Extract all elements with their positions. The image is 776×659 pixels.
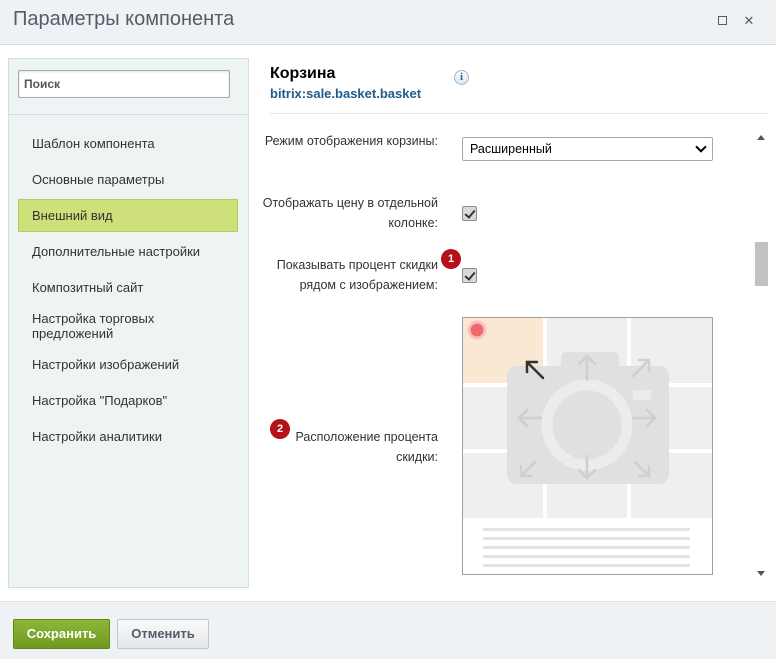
- picker-text-lines: [463, 518, 712, 574]
- sidebar-item-template[interactable]: Шаблон компонента: [18, 136, 238, 151]
- settings-sidebar: Шаблон компонента Основные параметры Вне…: [8, 58, 249, 588]
- info-icon[interactable]: i: [454, 70, 469, 85]
- discount-position-picker[interactable]: [462, 317, 713, 575]
- sidebar-item-analytics[interactable]: Настройки аналитики: [18, 429, 238, 444]
- display-mode-select[interactable]: Расширенный: [462, 137, 713, 161]
- component-title: Корзина: [270, 65, 336, 82]
- step-badge-1: 1: [441, 249, 461, 269]
- discount-percent-checkbox[interactable]: [462, 268, 477, 283]
- cancel-button[interactable]: Отменить: [117, 619, 209, 649]
- component-header: Корзина bitrix:sale.basket.basket: [270, 65, 421, 101]
- discount-percent-label: Показывать процент скидки рядом с изобра…: [276, 258, 438, 292]
- dialog-titlebar: Параметры компонента ✕: [0, 0, 776, 45]
- placeholder-line: [483, 555, 690, 558]
- sidebar-item-composite[interactable]: Композитный сайт: [18, 280, 238, 295]
- dialog-footer: Сохранить Отменить: [0, 601, 776, 659]
- placeholder-line: [483, 546, 690, 549]
- header-divider: [270, 113, 768, 114]
- placeholder-line: [483, 537, 690, 540]
- camera-arrows-graphic: [467, 320, 669, 484]
- scroll-down-icon[interactable]: [757, 571, 765, 576]
- form-scrollbar[interactable]: [755, 131, 768, 583]
- placeholder-line: [483, 528, 690, 531]
- dialog-title: Параметры компонента: [13, 8, 235, 30]
- maximize-icon: [717, 16, 727, 25]
- search-area: [9, 59, 248, 115]
- scroll-up-icon[interactable]: [757, 135, 765, 140]
- display-mode-label: Режим отображения корзины:: [264, 134, 438, 148]
- dialog-content: Шаблон компонента Основные параметры Вне…: [0, 45, 776, 601]
- sidebar-item-additional[interactable]: Дополнительные настройки: [18, 244, 238, 259]
- price-column-checkbox[interactable]: [462, 206, 477, 221]
- save-button[interactable]: Сохранить: [13, 619, 110, 649]
- search-input[interactable]: [18, 70, 230, 98]
- sidebar-item-images[interactable]: Настройки изображений: [18, 357, 238, 372]
- chevron-down-icon: [695, 141, 707, 153]
- selected-position-marker: [467, 320, 487, 340]
- sidebar-item-appearance[interactable]: Внешний вид: [18, 199, 238, 232]
- sidebar-item-gifts[interactable]: Настройка "Подарков": [18, 393, 238, 408]
- discount-position-label: Расположение процента скидки:: [295, 430, 438, 464]
- placeholder-line: [483, 564, 690, 567]
- component-code: bitrix:sale.basket.basket: [270, 86, 422, 101]
- maximize-button[interactable]: [714, 13, 730, 29]
- close-button[interactable]: ✕: [741, 13, 757, 29]
- price-column-label: Отображать цену в отдельной колонке:: [262, 196, 438, 230]
- sidebar-item-offers[interactable]: Настройка торговых предложений: [18, 311, 188, 341]
- scrollbar-thumb[interactable]: [755, 242, 768, 286]
- settings-form: Режим отображения корзины: Расширенный О…: [250, 115, 755, 585]
- display-mode-value: Расширенный: [470, 142, 552, 156]
- sidebar-item-main-params[interactable]: Основные параметры: [18, 172, 238, 187]
